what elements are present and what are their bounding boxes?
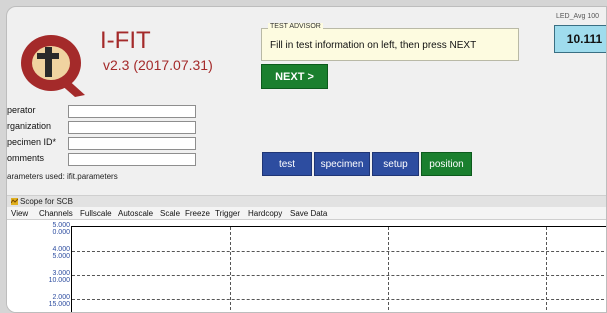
y-label-bottom: 10.000	[48, 277, 70, 284]
tab-specimen[interactable]: specimen	[314, 152, 370, 176]
scope-window-icon	[11, 198, 18, 205]
tab-setup[interactable]: setup	[372, 152, 419, 176]
comments-field[interactable]	[68, 153, 196, 166]
grid-line	[388, 227, 389, 312]
menu-hardcopy[interactable]: Hardcopy	[248, 209, 282, 218]
organization-label: rganization	[7, 121, 52, 131]
menu-scale[interactable]: Scale	[160, 209, 180, 218]
grid-line	[546, 227, 547, 312]
specimen-id-label: pecimen ID*	[7, 137, 57, 147]
grid-line	[72, 275, 606, 276]
y-label-bottom: 0.000	[52, 229, 70, 236]
comments-label: omments	[7, 153, 45, 163]
app-version: v2.3 (2017.07.31)	[103, 57, 213, 73]
app-window: I-FIT v2.3 (2017.07.31) TEST ADVISOR Fil…	[6, 6, 607, 313]
test-advisor-title: TEST ADVISOR	[268, 23, 323, 30]
tab-position[interactable]: position	[421, 152, 472, 176]
menu-autoscale[interactable]: Autoscale	[118, 209, 153, 218]
y-label-top: 4.000	[52, 246, 70, 253]
grid-line	[72, 251, 606, 252]
led-avg-value: 10.111	[554, 25, 606, 53]
y-label-bottom: 5.000	[52, 253, 70, 260]
ifit-logo-icon	[21, 35, 85, 97]
menu-trigger[interactable]: Trigger	[215, 209, 240, 218]
test-advisor-message: Fill in test information on left, then p…	[270, 40, 477, 51]
organization-field[interactable]	[68, 121, 196, 134]
menu-channels[interactable]: Channels	[39, 209, 73, 218]
menu-save-data[interactable]: Save Data	[290, 209, 327, 218]
menu-fullscale[interactable]: Fullscale	[80, 209, 112, 218]
scope-title: Scope for SCB	[20, 197, 73, 206]
next-button[interactable]: NEXT >	[261, 64, 328, 89]
y-label-bottom: 15.000	[48, 301, 70, 308]
operator-label: perator	[7, 105, 36, 115]
specimen-id-field[interactable]	[68, 137, 196, 150]
grid-line	[230, 227, 231, 312]
scope-grid	[71, 226, 606, 312]
grid-line	[72, 299, 606, 300]
test-advisor-panel: TEST ADVISOR Fill in test information on…	[261, 23, 519, 61]
operator-field[interactable]	[68, 105, 196, 118]
y-label-top: 5.000	[52, 222, 70, 229]
menu-view[interactable]: View	[11, 209, 28, 218]
led-avg-label: LED_Avg 100	[556, 13, 600, 20]
y-label-top: 3.000	[52, 270, 70, 277]
y-label-top: 2.000	[52, 294, 70, 301]
scope-title-bar: Scope for SCB	[7, 195, 606, 207]
tab-test[interactable]: test	[262, 152, 312, 176]
app-title: I-FIT	[100, 27, 151, 54]
scope-menu-bar: View Channels Fullscale Autoscale Scale …	[7, 207, 606, 220]
menu-freeze[interactable]: Freeze	[185, 209, 210, 218]
scope-plot-area: 5.000 0.000 4.000 5.000 3.000 10.000 2.0…	[7, 220, 606, 312]
parameters-used-text: arameters used: ifit.parameters	[7, 172, 118, 181]
